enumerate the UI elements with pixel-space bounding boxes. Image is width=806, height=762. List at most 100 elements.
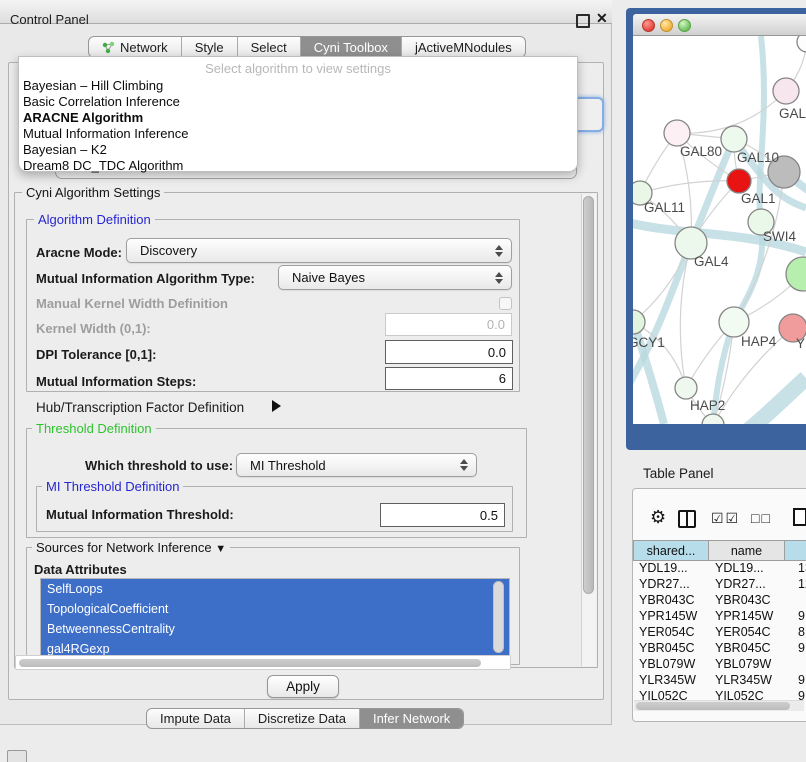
table-cell: YLR345W (633, 673, 709, 689)
table-row[interactable]: YIL052CYIL052C9 (633, 689, 806, 700)
tab-impute-data[interactable]: Impute Data (147, 709, 244, 728)
split-columns-icon[interactable] (678, 510, 696, 528)
table-cell: YLR345W (709, 673, 785, 689)
settings-hscrollbar-track[interactable] (15, 655, 511, 670)
table-row[interactable]: YBR045CYBR045C9. (633, 641, 806, 657)
node-label: SWI4 (763, 229, 796, 244)
column-header-shared[interactable]: shared... (633, 540, 709, 561)
mi-threshold-input[interactable]: 0.5 (380, 503, 505, 527)
algorithm-option-mutual-information-inference[interactable]: Mutual Information Inference (23, 126, 573, 142)
table-row[interactable]: YDR27...YDR27...12 (633, 577, 806, 593)
tab-jactivemnodules[interactable]: jActiveMNodules (401, 37, 525, 57)
cyni-algorithm-settings-title: Cyni Algorithm Settings (22, 185, 164, 200)
table-row[interactable]: YPR145WYPR145W9. (633, 609, 806, 625)
attribute-item-betweennesscentrality[interactable]: BetweennessCentrality (41, 619, 509, 639)
table-hscrollbar-thumb[interactable] (636, 702, 790, 710)
mi-steps-label: Mutual Information Steps: (36, 374, 196, 389)
undock-panel-icon[interactable] (7, 750, 27, 762)
table-row[interactable]: YDL19...YDL19...13 (633, 561, 806, 577)
table-row[interactable]: YBL079WYBL079W (633, 657, 806, 673)
tab-infer-network[interactable]: Infer Network (359, 709, 463, 728)
tab-network[interactable]: Network (89, 37, 181, 57)
node-hap2[interactable] (675, 377, 697, 399)
node-gal10[interactable] (721, 126, 747, 152)
screenshot: Control Panel ✕ NetworkStyleSelectCyni T… (0, 0, 806, 762)
apply-button[interactable]: Apply (267, 675, 339, 698)
threshold-definition-title: Threshold Definition (32, 421, 156, 436)
table-cell: YIL052C (709, 689, 785, 700)
select-all-columns-icon[interactable]: ☑☑ (711, 510, 740, 527)
thick-edge (746, 378, 806, 424)
mi-steps-input[interactable]: 6 (385, 367, 513, 390)
settings-vscrollbar-thumb[interactable] (583, 196, 594, 594)
table-row[interactable]: YLR345WYLR345W9. (633, 673, 806, 689)
float-window-icon[interactable] (576, 14, 590, 28)
dpi-tolerance-input[interactable]: 0.0 (385, 340, 513, 364)
table-cell: YBR043C (633, 593, 709, 609)
gear-icon[interactable]: ⚙ (650, 507, 666, 528)
algorithm-option-basic-correlation-inference[interactable]: Basic Correlation Inference (23, 94, 573, 110)
algorithm-option-bayesian-hill-climbing[interactable]: Bayesian – Hill Climbing (23, 78, 573, 94)
export-table-icon[interactable] (793, 508, 806, 526)
close-traffic-light-icon[interactable] (642, 19, 655, 32)
table-hscrollbar-track[interactable] (634, 700, 804, 711)
hub-definition-label: Hub/Transcription Factor Definition (36, 400, 244, 415)
aracne-mode-combo[interactable]: Discovery (126, 238, 512, 263)
dpi-tolerance-label: DPI Tolerance [0,1]: (36, 347, 156, 362)
table-cell: YBR045C (709, 641, 785, 657)
node-label: HAP2 (690, 398, 725, 413)
zoom-traffic-light-icon[interactable] (678, 19, 691, 32)
network-window-titlebar[interactable] (633, 14, 806, 36)
algorithm-definition-title: Algorithm Definition (34, 212, 155, 227)
tab-label: Network (120, 40, 168, 55)
list-vscrollbar-thumb[interactable] (493, 581, 504, 653)
table-cell: YDR27... (709, 577, 785, 593)
tab-select[interactable]: Select (237, 37, 300, 57)
column-header-name[interactable]: name (709, 540, 785, 561)
algorithm-option-bayesian-k2[interactable]: Bayesian – K2 (23, 142, 573, 158)
tab-discretize-data[interactable]: Discretize Data (244, 709, 359, 728)
settings-hscrollbar-thumb[interactable] (19, 659, 481, 667)
attribute-item-topologicalcoefficient[interactable]: TopologicalCoefficient (41, 599, 509, 619)
table-row[interactable]: YBR043CYBR043C (633, 593, 806, 609)
manual-kernel-checkbox[interactable] (499, 297, 512, 310)
table-cell: YPR145W (633, 609, 709, 625)
tab-cyni-toolbox[interactable]: Cyni Toolbox (300, 37, 401, 57)
node-hap4[interactable] (719, 307, 749, 337)
minimize-traffic-light-icon[interactable] (660, 19, 673, 32)
tab-label: Style (195, 40, 224, 55)
stepper-arrows-icon (495, 244, 504, 258)
aracne-mode-label: Aracne Mode: (36, 245, 122, 260)
table-row[interactable]: YER054CYER054C8. (633, 625, 806, 641)
node-gal80[interactable] (664, 120, 690, 146)
data-attributes-label: Data Attributes (34, 562, 127, 577)
mi-algorithm-type-combo[interactable]: Naive Bayes (278, 265, 512, 290)
node[interactable] (797, 36, 806, 52)
which-threshold-combo[interactable]: MI Threshold (236, 453, 477, 477)
node-label: HAP4 (741, 334, 777, 349)
deselect-columns-icon[interactable]: □□ (751, 510, 772, 526)
table-cell: 9. (785, 609, 806, 625)
table-cell: YIL052C (633, 689, 709, 700)
apply-button-label: Apply (286, 679, 320, 694)
algorithm-option-aracne-algorithm[interactable]: ARACNE Algorithm (23, 110, 573, 126)
attribute-item-selfloops[interactable]: SelfLoops (41, 579, 509, 599)
node-gal[interactable] (773, 78, 799, 104)
algorithm-dropdown: Select algorithm to view settings Bayesi… (18, 56, 578, 172)
hub-expand-arrow-icon[interactable] (272, 400, 281, 412)
close-icon[interactable]: ✕ (596, 10, 608, 27)
kernel-width-input[interactable]: 0.0 (385, 313, 512, 336)
control-panel-titlebar[interactable] (0, 0, 612, 24)
node[interactable] (786, 257, 806, 291)
node-label: GAL (779, 106, 806, 121)
node-gal1[interactable] (727, 169, 751, 193)
column-header-col2[interactable] (785, 540, 806, 561)
network-canvas[interactable]: GALGAL80GAL10GAL1GAL11SWI4GAL4GCY1HAP4YH… (633, 36, 806, 424)
which-threshold-value: MI Threshold (250, 458, 326, 473)
algorithm-option-dream8-dc-tdc-algorithm[interactable]: Dream8 DC_TDC Algorithm (23, 158, 573, 174)
network-icon (102, 41, 115, 54)
dpi-tolerance-value: 0.0 (488, 345, 506, 360)
tab-style[interactable]: Style (181, 37, 237, 57)
node-label: Y (796, 336, 805, 351)
sources-title[interactable]: Sources for Network Inference ▼ (32, 540, 230, 555)
